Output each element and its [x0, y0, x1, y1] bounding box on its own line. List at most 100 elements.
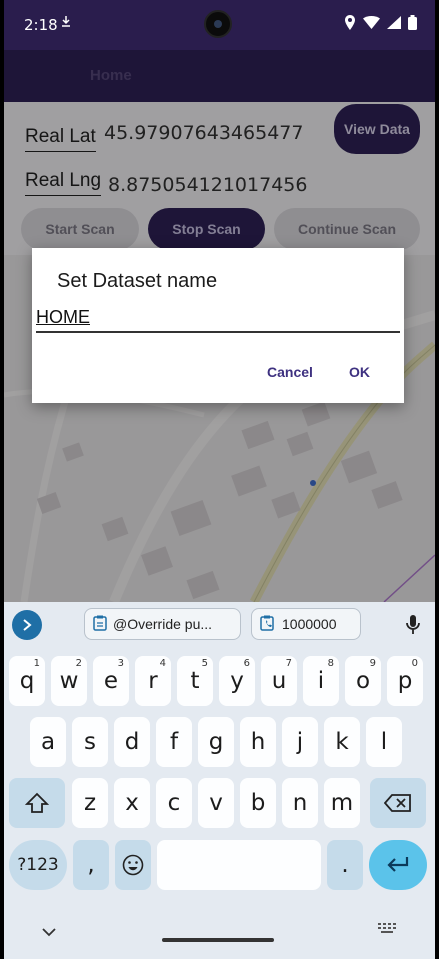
key-f-label: f	[169, 729, 179, 755]
symbols-key[interactable]: ?123	[9, 840, 67, 890]
status-time: 2:18	[24, 16, 58, 34]
key-q[interactable]: q1	[9, 656, 45, 706]
key-i[interactable]: i8	[303, 656, 339, 706]
dialog-title: Set Dataset name	[57, 270, 218, 292]
gesture-handle[interactable]	[162, 938, 274, 942]
key-a[interactable]: a	[30, 717, 66, 767]
key-v[interactable]: v	[198, 778, 234, 828]
key-s[interactable]: s	[72, 717, 108, 767]
phone-screen: 2:18 Home Real Lat 45.97907643465477 Rea…	[4, 0, 435, 959]
period-key[interactable]: .	[327, 840, 363, 890]
key-a-label: a	[40, 729, 56, 755]
key-n[interactable]: n	[282, 778, 318, 828]
emoji-key[interactable]	[115, 840, 151, 890]
key-d-label: d	[124, 729, 140, 755]
key-t-label: t	[190, 668, 200, 694]
download-icon	[61, 16, 71, 31]
emoji-icon	[122, 854, 144, 876]
key-w[interactable]: w2	[51, 656, 87, 706]
key-l-label: l	[380, 729, 388, 755]
key-n-label: n	[292, 790, 308, 816]
comma-key[interactable]: ,	[73, 840, 109, 890]
key-b-label: b	[250, 790, 266, 816]
key-k[interactable]: k	[324, 717, 360, 767]
key-j-label: j	[296, 729, 304, 755]
space-key[interactable]	[157, 840, 321, 890]
shift-key[interactable]	[9, 778, 65, 828]
key-v-label: v	[209, 790, 223, 816]
clipboard-chip-2-label: 1000000	[282, 616, 337, 632]
key-p-label: p	[397, 668, 413, 694]
key-z-label: z	[83, 790, 97, 816]
key-e[interactable]: e3	[93, 656, 129, 706]
key-h[interactable]: h	[240, 717, 276, 767]
key-t[interactable]: t5	[177, 656, 213, 706]
key-o[interactable]: o9	[345, 656, 381, 706]
key-p-hint: 0	[411, 658, 418, 669]
backspace-key[interactable]	[370, 778, 426, 828]
suggestion-bar: @Override pu... 1000000	[4, 602, 435, 650]
key-d[interactable]: d	[114, 717, 150, 767]
mic-icon[interactable]	[405, 614, 421, 641]
key-m-label: m	[330, 790, 354, 816]
keyboard-switch-icon[interactable]	[378, 922, 396, 940]
chevron-right-icon	[23, 619, 32, 631]
key-e-label: e	[103, 668, 119, 694]
key-f[interactable]: f	[156, 717, 192, 767]
key-s-label: s	[84, 729, 96, 755]
enter-icon	[387, 857, 409, 872]
signal-icon	[387, 16, 401, 29]
key-x[interactable]: x	[114, 778, 150, 828]
location-icon	[344, 15, 356, 30]
clipboard-phone-icon	[260, 615, 276, 634]
cancel-button[interactable]: Cancel	[267, 364, 313, 380]
key-u-hint: 7	[285, 658, 292, 669]
soft-keyboard: @Override pu... 1000000 q1w2e3r4t5y6u7i8…	[4, 602, 435, 959]
clipboard-chip-1-label: @Override pu...	[113, 616, 213, 632]
key-m[interactable]: m	[324, 778, 360, 828]
status-bar: 2:18	[4, 0, 435, 50]
hide-keyboard-icon[interactable]	[42, 924, 56, 942]
key-x-label: x	[125, 790, 139, 816]
key-r-label: r	[148, 668, 158, 694]
key-c[interactable]: c	[156, 778, 192, 828]
key-q-hint: 1	[33, 658, 40, 669]
key-w-label: w	[59, 668, 79, 694]
enter-key[interactable]	[369, 840, 427, 890]
key-p[interactable]: p0	[387, 656, 423, 706]
battery-icon	[408, 15, 417, 30]
front-camera	[204, 10, 232, 38]
key-w-hint: 2	[75, 658, 82, 669]
key-r[interactable]: r4	[135, 656, 171, 706]
clipboard-chip-1[interactable]: @Override pu...	[84, 608, 241, 640]
key-j[interactable]: j	[282, 717, 318, 767]
key-l[interactable]: l	[366, 717, 402, 767]
clipboard-icon	[93, 615, 107, 634]
clipboard-chip-2[interactable]: 1000000	[251, 608, 361, 640]
dataset-name-input[interactable]	[36, 306, 400, 333]
dataset-name-dialog: Set Dataset name Cancel OK	[32, 248, 404, 403]
key-g[interactable]: g	[198, 717, 234, 767]
key-t-hint: 5	[201, 658, 208, 669]
key-o-label: o	[355, 668, 371, 694]
key-u-label: u	[271, 668, 287, 694]
key-i-label: i	[317, 668, 325, 694]
key-c-label: c	[167, 790, 181, 816]
key-r-hint: 4	[159, 658, 166, 669]
expand-toolbar-button[interactable]	[12, 610, 42, 640]
navigation-bar	[4, 904, 435, 959]
key-b[interactable]: b	[240, 778, 276, 828]
key-y-hint: 6	[243, 658, 250, 669]
ok-button[interactable]: OK	[349, 364, 370, 380]
key-q-label: q	[19, 668, 35, 694]
key-e-hint: 3	[117, 658, 124, 669]
key-y[interactable]: y6	[219, 656, 255, 706]
wifi-icon	[363, 16, 380, 29]
key-g-label: g	[208, 729, 224, 755]
key-i-hint: 8	[327, 658, 334, 669]
key-u[interactable]: u7	[261, 656, 297, 706]
key-o-hint: 9	[369, 658, 376, 669]
key-k-label: k	[335, 729, 349, 755]
shift-icon	[25, 792, 49, 813]
key-z[interactable]: z	[72, 778, 108, 828]
